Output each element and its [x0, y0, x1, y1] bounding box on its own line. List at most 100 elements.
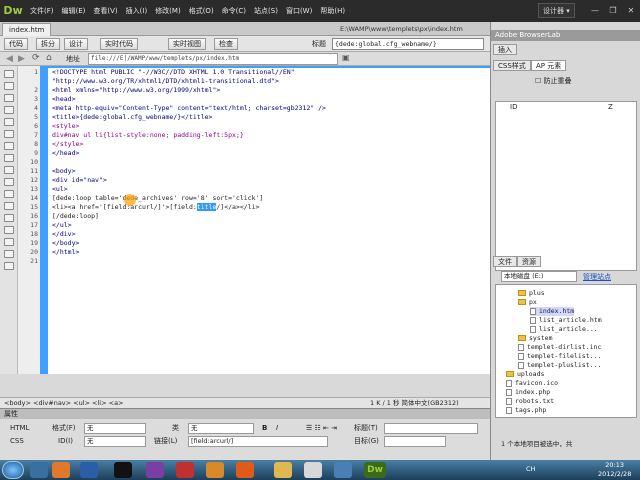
italic-button[interactable]: I: [276, 423, 278, 434]
syntax-error-icon[interactable]: [4, 166, 14, 174]
live-code-button[interactable]: 实时代码: [100, 38, 138, 50]
code-view-button[interactable]: 代码: [4, 38, 28, 50]
tree-file[interactable]: list_article.htm: [530, 316, 602, 325]
tree-item-label: index.htm: [539, 307, 575, 315]
link-input[interactable]: [field:arcurl/]: [188, 436, 328, 447]
tree-file[interactable]: tags.php: [506, 406, 546, 415]
tree-file[interactable]: favicon.ico: [506, 379, 558, 388]
document-title-input[interactable]: {dede:global.cfg_webname/}: [332, 38, 484, 50]
menu-site[interactable]: 站点(S): [250, 0, 282, 22]
address-input[interactable]: file:///E|/WAMP/www/templets/px/index.ht…: [88, 53, 338, 65]
tree-folder[interactable]: system: [518, 334, 552, 343]
clock[interactable]: 20:13 2012/2/28: [598, 461, 631, 479]
id-label: ID(I): [58, 437, 73, 445]
drive-select[interactable]: 本地磁盘 (E:): [501, 271, 577, 282]
home-icon[interactable]: ⌂: [46, 53, 52, 63]
target-select[interactable]: [384, 436, 446, 447]
tree-folder[interactable]: plus: [518, 289, 545, 298]
back-icon[interactable]: ◀: [6, 54, 13, 64]
recent-snippets-icon[interactable]: [4, 214, 14, 222]
tree-file[interactable]: robots.txt: [506, 397, 554, 406]
select-parent-tag-icon[interactable]: [4, 118, 14, 126]
insert-tab[interactable]: 插入: [493, 44, 517, 55]
tag-selector[interactable]: <body> <div#nav> <ul> <li> <a>: [4, 398, 124, 408]
tree-folder[interactable]: uploads: [506, 370, 544, 379]
css-styles-tab[interactable]: CSS样式: [493, 60, 531, 71]
tree-file[interactable]: templet-dirlist.inc: [518, 343, 601, 352]
menu-help[interactable]: 帮助(H): [316, 0, 349, 22]
expand-all-icon[interactable]: [4, 106, 14, 114]
app-icon[interactable]: [334, 462, 352, 478]
tree-file[interactable]: list_article...: [530, 325, 598, 334]
highlight-invalid-icon[interactable]: [4, 154, 14, 162]
wrap-tag-icon[interactable]: [4, 202, 14, 210]
app-icon[interactable]: [176, 462, 194, 478]
format-source-icon[interactable]: [4, 262, 14, 270]
address-menu-icon[interactable]: ▣: [342, 53, 350, 62]
tree-file[interactable]: index.htm: [530, 307, 575, 316]
line-number: 16: [30, 212, 38, 220]
open-documents-icon[interactable]: [4, 70, 14, 78]
collapse-selection-icon[interactable]: [4, 94, 14, 102]
close-icon[interactable]: ✕: [622, 3, 640, 18]
menu-modify[interactable]: 修改(M): [151, 0, 185, 22]
ie-icon[interactable]: [30, 462, 48, 478]
move-css-icon[interactable]: [4, 226, 14, 234]
tree-folder[interactable]: px: [518, 298, 537, 307]
id-select[interactable]: 无: [84, 436, 146, 447]
start-button[interactable]: [2, 461, 24, 479]
menu-window[interactable]: 窗口(W): [282, 0, 316, 22]
menu-commands[interactable]: 命令(C): [218, 0, 250, 22]
tab-index-htm[interactable]: index.htm: [2, 23, 52, 36]
outdent-code-icon[interactable]: [4, 250, 14, 258]
sogou-icon[interactable]: [80, 462, 98, 478]
css-mode-button[interactable]: CSS: [10, 436, 24, 447]
line-numbers-icon[interactable]: [4, 142, 14, 150]
dreamweaver-taskbar-icon[interactable]: Dw: [364, 462, 386, 478]
split-view-button[interactable]: 拆分: [36, 38, 60, 50]
collapse-tag-icon[interactable]: [4, 82, 14, 90]
manage-sites-link[interactable]: 管理站点: [583, 272, 611, 282]
assets-tab[interactable]: 资源: [517, 256, 541, 267]
media-icon[interactable]: [146, 462, 164, 478]
ap-elements-list[interactable]: ID Z: [495, 101, 637, 271]
tree-file[interactable]: templet-filelist...: [518, 352, 601, 361]
list-icons[interactable]: ☰ ☷ ⇤ ⇥: [306, 423, 337, 434]
files-tab[interactable]: 文件: [493, 256, 517, 267]
code-editor[interactable]: <!DOCTYPE html PUBLIC "-//W3C//DTD XHTML…: [40, 66, 490, 374]
design-view-button[interactable]: 设计: [64, 38, 88, 50]
html-mode-button[interactable]: HTML: [10, 423, 29, 434]
menu-insert[interactable]: 插入(I): [122, 0, 152, 22]
title-field[interactable]: [384, 423, 478, 434]
live-view-button[interactable]: 实时视图: [168, 38, 206, 50]
app-icon[interactable]: [304, 462, 322, 478]
bold-button[interactable]: B: [262, 423, 267, 434]
forward-icon[interactable]: ▶: [18, 54, 25, 64]
language-indicator[interactable]: CH: [526, 465, 535, 473]
minimize-icon[interactable]: —: [586, 3, 604, 18]
menu-edit[interactable]: 编辑(E): [58, 0, 90, 22]
menu-format[interactable]: 格式(O): [185, 0, 218, 22]
tree-file[interactable]: templet-pluslist...: [518, 361, 601, 370]
ap-elements-tab[interactable]: AP 元素: [531, 60, 567, 71]
firefox-icon[interactable]: [236, 462, 254, 478]
qq-icon[interactable]: [114, 462, 132, 478]
workspace-switcher[interactable]: 设计器 ▾: [538, 3, 575, 18]
apply-comment-icon[interactable]: [4, 178, 14, 186]
format-select[interactable]: 无: [84, 423, 146, 434]
inspect-button[interactable]: 检查: [214, 38, 238, 50]
app-icon[interactable]: [206, 462, 224, 478]
maximize-icon[interactable]: ❐: [604, 3, 622, 18]
class-select[interactable]: 无: [188, 423, 254, 434]
explorer-icon[interactable]: [52, 462, 70, 478]
tree-file[interactable]: index.php: [506, 388, 550, 397]
menu-view[interactable]: 查看(V): [89, 0, 121, 22]
refresh-icon[interactable]: ⟳: [32, 53, 40, 63]
browserlab-header[interactable]: Adobe BrowserLab: [491, 30, 640, 41]
remove-comment-icon[interactable]: [4, 190, 14, 198]
menu-file[interactable]: 文件(F): [26, 0, 58, 22]
balance-braces-icon[interactable]: [4, 130, 14, 138]
folder-icon[interactable]: [274, 462, 292, 478]
indent-code-icon[interactable]: [4, 238, 14, 246]
prevent-overlap-checkbox[interactable]: ☐ 防止重叠: [535, 76, 572, 86]
